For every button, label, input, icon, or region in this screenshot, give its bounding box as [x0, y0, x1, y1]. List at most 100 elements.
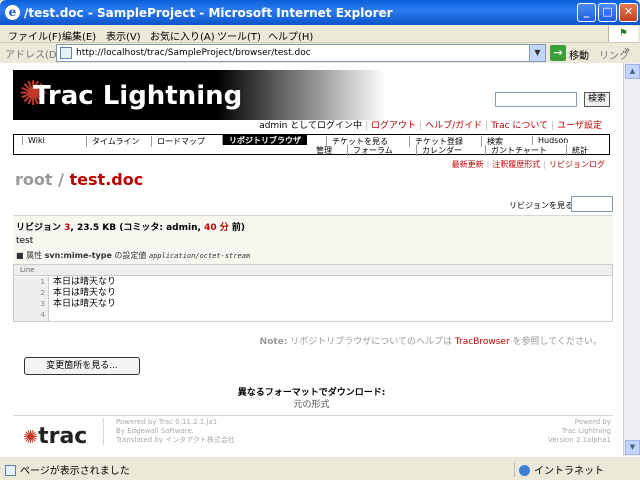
menu-view[interactable]: 表示(V) — [106, 28, 141, 43]
menu-favorites[interactable]: お気に入り(A) — [150, 28, 215, 43]
tab-hudson[interactable]: Hudson — [532, 136, 568, 145]
trac-footer-logo[interactable]: ✺trac — [23, 424, 87, 449]
tracbrowser-link[interactable]: TracBrowser — [455, 337, 510, 347]
commit-message: test — [16, 236, 34, 246]
trac-banner[interactable]: ✺ Trac Lightning — [13, 70, 385, 120]
search-button[interactable]: 検索 — [584, 92, 610, 107]
view-changes-button[interactable]: 変更箇所を見る... — [24, 357, 140, 375]
table-row: 2 本日は晴天なり — [14, 288, 612, 299]
line-number[interactable]: 3 — [14, 299, 49, 310]
menu-bar: ファイル(F) 編集(E) 表示(V) お気に入り(A) ツール(T) ヘルプ(… — [0, 25, 640, 43]
page-icon — [60, 47, 72, 59]
prefs-link[interactable]: ユーザ設定 — [554, 121, 605, 131]
property-name: svn:mime-type — [44, 251, 112, 260]
revision-age-link[interactable]: 40 分 — [204, 223, 229, 233]
maximize-button[interactable]: □ — [598, 3, 617, 22]
annotate-link[interactable]: 注釈履歴形式 — [492, 160, 540, 169]
tab-forum[interactable]: フォーラム — [347, 145, 393, 156]
tab-roadmap[interactable]: ロードマップ — [151, 136, 205, 147]
tab-admin[interactable]: 管理 — [311, 145, 332, 156]
tab-browser[interactable]: リポジトリブラウザ — [222, 135, 307, 145]
note-post: を参照してください。 — [509, 337, 602, 347]
note-pre: リポジトリブラウザについてのヘルプは — [287, 337, 455, 347]
paw-icon: ✺ — [23, 427, 39, 448]
zone-label: イントラネット — [534, 466, 604, 477]
footer-right-line: Powerd by — [574, 418, 611, 426]
path-file[interactable]: test.doc — [70, 170, 144, 189]
close-button[interactable]: ✕ — [619, 3, 638, 22]
revision-size: , 23.5 KB (コミッタ: admin, — [70, 223, 205, 233]
address-label: アドレス(D) — [5, 50, 61, 61]
line-header: Line — [20, 266, 35, 274]
tab-calendar[interactable]: カレンダー — [416, 145, 462, 156]
view-revision-label: リビジョンを見る: — [509, 201, 576, 210]
line-number[interactable]: 4 — [14, 310, 49, 321]
window-titlebar: e /test.doc - SampleProject - Microsoft … — [0, 0, 640, 25]
original-format-link[interactable]: 元の形式 — [0, 397, 623, 410]
footer-right: Powerd by Trac Lightning Version 2.1alph… — [548, 418, 611, 445]
tab-stats[interactable]: 統計 — [566, 145, 588, 156]
line-number[interactable]: 1 — [14, 277, 49, 288]
page-title: root / test.doc — [15, 170, 143, 189]
logout-link[interactable]: ログアウト — [368, 121, 419, 131]
property-bullet: ■ 属性 — [16, 251, 45, 260]
line-text: 本日は晴天なり — [53, 299, 117, 309]
logged-in-user: admin としてログイン中 — [259, 121, 362, 131]
status-message: ページが表示されました — [20, 466, 130, 477]
main-nav: Wiki タイムライン ロードマップ リポジトリブラウザ チケットを見る チケッ… — [13, 134, 610, 156]
view-revision-input[interactable] — [571, 196, 613, 212]
links-chevron-icon[interactable]: » — [624, 45, 630, 56]
context-nav: 最新更新 | 注釈履歴形式 | リビジョンログ — [451, 160, 605, 169]
status-text: ページが表示されました — [5, 462, 130, 477]
scroll-up-icon[interactable]: ▲ — [625, 64, 640, 79]
path-separator: / — [52, 170, 70, 189]
revision-suffix: 前) — [228, 223, 245, 233]
file-content-table: Line 1 本日は晴天なり 2 本日は晴天なり 3 本日は晴天なり 4 — [13, 264, 613, 322]
trac-logo-text: trac — [38, 424, 88, 449]
banner-logo-text: Trac Lightning — [33, 81, 243, 111]
powered-by: Powered by Trac 0.11.2.1.ja1 By Edgewall… — [103, 418, 235, 445]
menu-file[interactable]: ファイル(F) — [8, 28, 62, 43]
table-row: 1 本日は晴天なり — [14, 277, 612, 288]
minimize-button[interactable]: _ — [577, 3, 596, 22]
line-number[interactable]: 2 — [14, 288, 49, 299]
latest-revision-link[interactable]: 最新更新 — [452, 160, 484, 169]
menu-help[interactable]: ヘルプ(H) — [268, 28, 313, 43]
property-mid: の設定値 — [111, 251, 149, 260]
address-bar: アドレス(D) http://localhost/trac/SampleProj… — [0, 43, 640, 63]
tab-timeline[interactable]: タイムライン — [86, 136, 139, 147]
help-link[interactable]: ヘルプ/ガイド — [422, 121, 485, 131]
footer-right-line: Version 2.1alpha1 — [548, 436, 611, 444]
windows-flag-icon: ⚑ — [608, 26, 638, 42]
powered-line: Powered by Trac 0.11.2.1.ja1 — [116, 418, 218, 426]
line-text: 本日は晴天なり — [53, 277, 117, 287]
revision-prefix: リビジョン — [16, 223, 65, 233]
property-value: application/octet-stream — [148, 252, 251, 260]
address-dropdown-icon[interactable]: ▼ — [529, 45, 545, 61]
go-button[interactable]: 移動 — [569, 47, 589, 62]
scroll-down-icon[interactable]: ▼ — [625, 440, 640, 455]
footer: ✺trac Powered by Trac 0.11.2.1.ja1 By Ed… — [13, 415, 613, 455]
help-note: Note: リポジトリブラウザについてのヘルプは TracBrowser を参照… — [260, 334, 602, 347]
address-url[interactable]: http://localhost/trac/SampleProject/brow… — [76, 48, 311, 58]
revision-line: リビジョン 3, 23.5 KB (コミッタ: admin, 40 分 前) — [16, 220, 245, 233]
footer-right-line: Trac Lightning — [561, 427, 611, 435]
security-zone[interactable]: イントラネット — [514, 462, 604, 477]
menu-edit[interactable]: 編集(E) — [62, 28, 96, 43]
globe-icon — [519, 465, 530, 476]
path-root-link[interactable]: root — [15, 170, 53, 189]
go-arrow-icon[interactable]: → — [550, 45, 566, 61]
tab-wiki[interactable]: Wiki — [22, 136, 84, 145]
powered-line: By Edgewall Software. — [116, 427, 194, 435]
menu-tools[interactable]: ツール(T) — [217, 28, 261, 43]
vertical-scrollbar[interactable]: ▲ ▼ — [623, 63, 640, 456]
search-input[interactable] — [495, 92, 577, 107]
page-viewport: ✺ Trac Lightning 検索 admin としてログイン中 | ログアウト… — [0, 63, 623, 456]
address-input[interactable]: http://localhost/trac/SampleProject/brow… — [56, 44, 546, 62]
property-line: ■ 属性 svn:mime-type の設定値 application/octe… — [16, 250, 250, 261]
tab-gantt[interactable]: ガントチャート — [485, 145, 547, 156]
ie-logo-icon: e — [5, 5, 20, 20]
window-title: /test.doc - SampleProject - Microsoft In… — [24, 6, 393, 20]
about-link[interactable]: Trac について — [488, 121, 551, 131]
revision-log-link[interactable]: リビジョンログ — [549, 160, 605, 169]
